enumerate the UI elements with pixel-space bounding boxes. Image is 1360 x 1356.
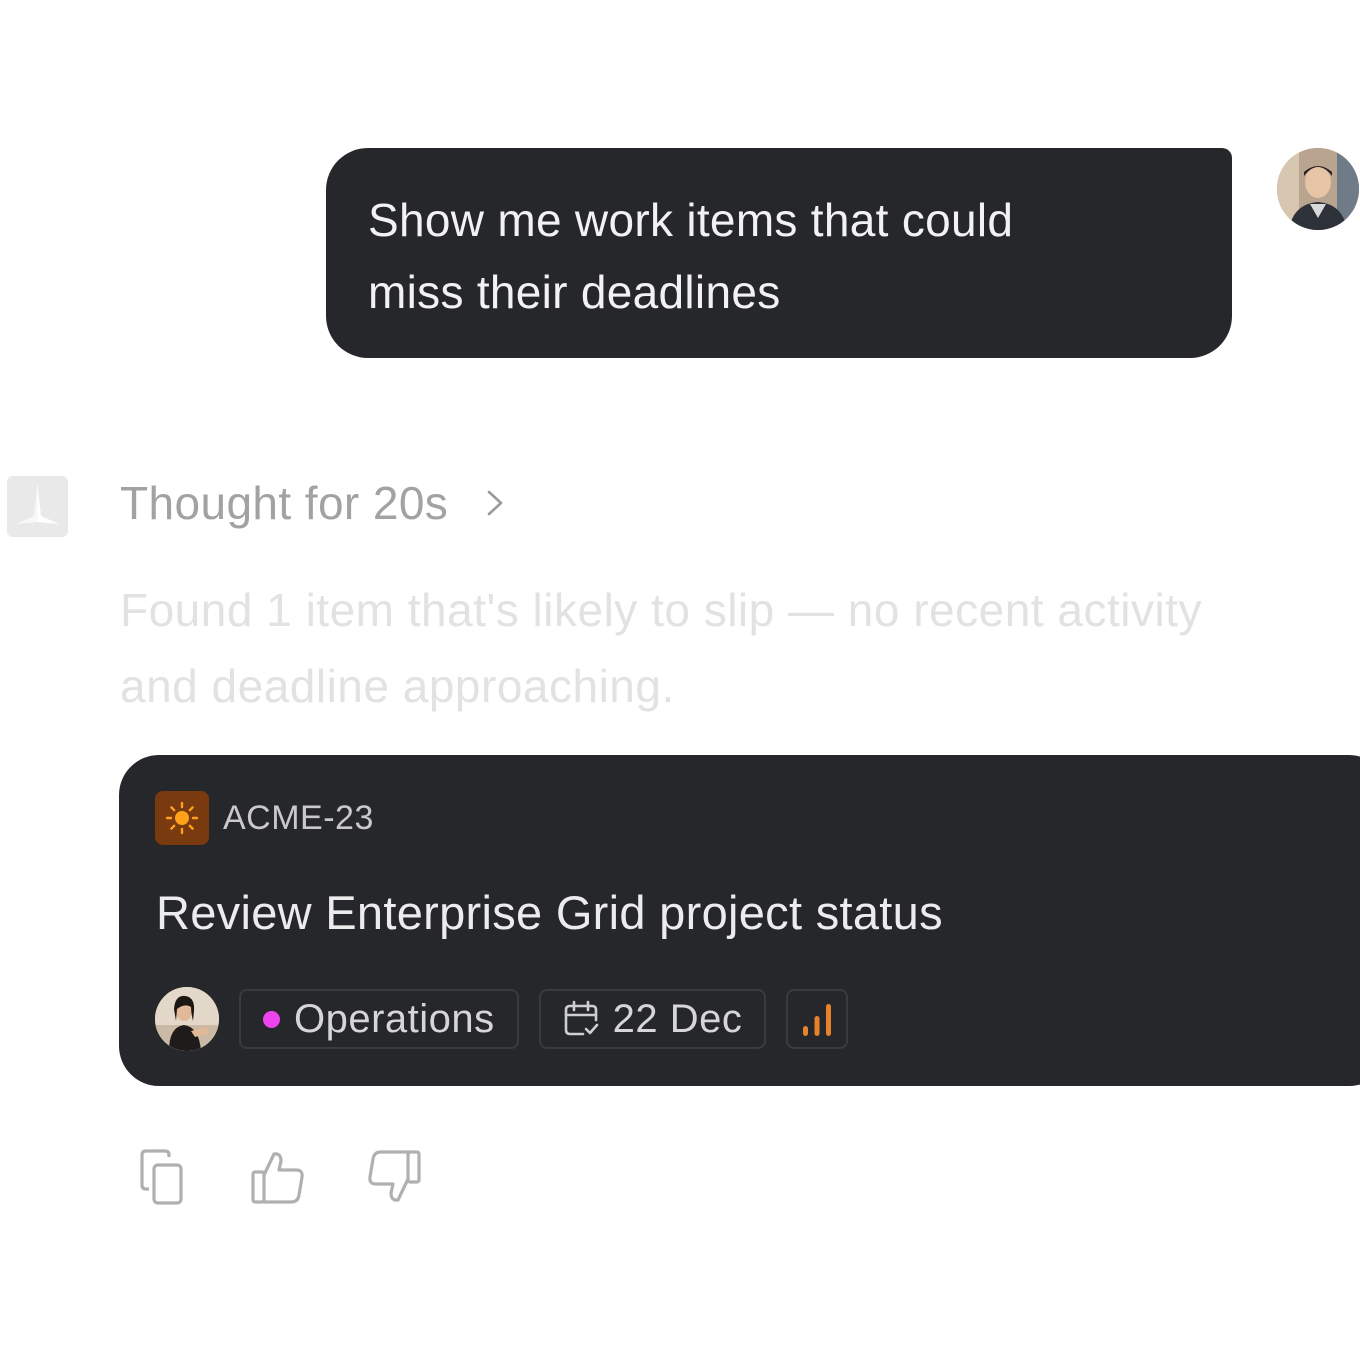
due-date-pill[interactable]: 22 Dec	[538, 989, 767, 1049]
thought-toggle[interactable]: Thought for 20s	[120, 472, 510, 534]
copy-icon	[140, 1149, 183, 1205]
team-pill[interactable]: Operations	[239, 989, 519, 1049]
like-button[interactable]	[249, 1146, 307, 1208]
team-color-dot	[263, 1010, 280, 1028]
work-item-id[interactable]: ACME-23	[223, 799, 374, 838]
work-item-title[interactable]: Review Enterprise Grid project status	[156, 885, 943, 940]
message-actions	[133, 1146, 423, 1208]
response-line: Found 1 item that's likely to slip — no …	[120, 584, 1202, 636]
work-item-header: ACME-23	[155, 791, 374, 845]
user-message-bubble: Show me work items that could miss their…	[326, 148, 1232, 358]
team-label: Operations	[294, 996, 495, 1041]
assignee-photo	[155, 987, 219, 1051]
work-item-card[interactable]: ACME-23 Review Enterprise Grid project s…	[119, 755, 1360, 1086]
work-item-meta: Operations 22 Dec	[155, 987, 849, 1051]
thumbs-up-icon	[251, 1152, 304, 1204]
dislike-button[interactable]	[365, 1146, 423, 1208]
copy-button[interactable]	[133, 1146, 191, 1208]
user-message-line: Show me work items that could	[368, 194, 1014, 246]
avatar-photo	[1277, 148, 1359, 230]
signal-bars-icon	[803, 1004, 832, 1036]
assistant-response: Found 1 item that's likely to slip — no …	[120, 572, 1350, 724]
response-line: and deadline approaching.	[120, 660, 675, 712]
assignee-avatar[interactable]	[155, 987, 219, 1051]
calendar-icon	[564, 1000, 598, 1036]
user-message-line: miss their deadlines	[368, 266, 781, 318]
sun-icon	[165, 801, 199, 835]
thought-label: Thought for 20s	[120, 477, 449, 529]
due-date-label: 22 Dec	[612, 996, 743, 1041]
priority-pill[interactable]	[786, 989, 849, 1049]
work-item-type-badge	[155, 791, 209, 845]
assistant-logo-icon	[7, 476, 68, 537]
user-avatar[interactable]	[1277, 148, 1359, 230]
thumbs-down-icon	[368, 1150, 421, 1202]
chevron-right-icon	[487, 490, 503, 516]
